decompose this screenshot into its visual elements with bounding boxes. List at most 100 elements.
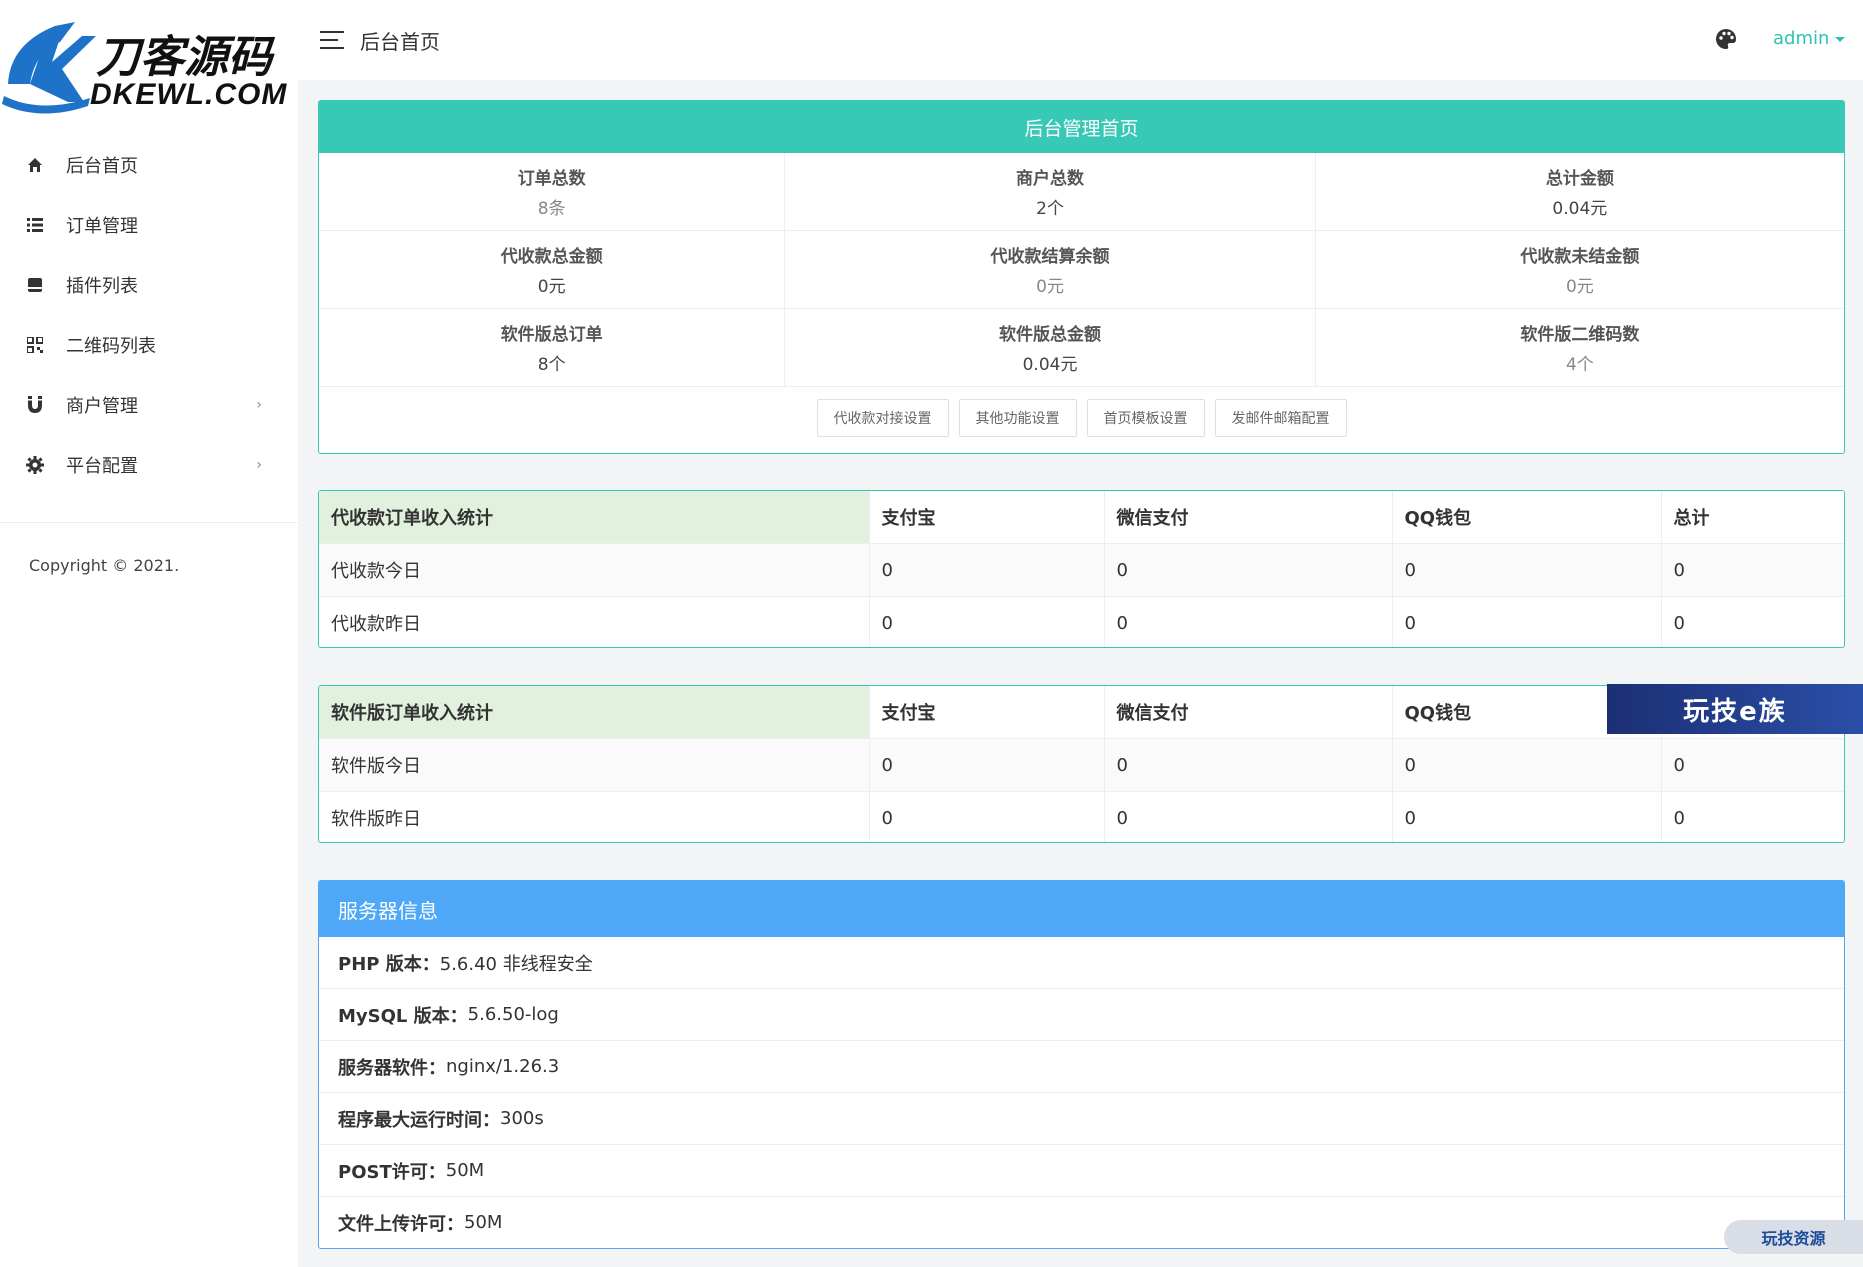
table-cell: 0: [1673, 807, 1685, 829]
stat-collect-unsettled: 代收款未结金额 0元: [1520, 247, 1640, 297]
other-function-settings-button[interactable]: 其他功能设置: [958, 399, 1077, 437]
sidebar-item-platform-config[interactable]: 平台配置 ›: [0, 435, 298, 495]
gear-icon: [24, 454, 46, 476]
table-cell: 0: [869, 596, 1105, 647]
stat-software-orders: 软件版总订单 8个: [319, 309, 786, 386]
sidebar-item-plugins[interactable]: 插件列表: [0, 255, 298, 315]
stat-collect-balance: 代收款结算余额 0元: [785, 231, 1316, 308]
menu-toggle-icon[interactable]: [320, 31, 344, 49]
stat-total-amount: 总计金额 0.04元: [1545, 169, 1614, 219]
table-header: 总计: [1661, 491, 1844, 544]
sidebar-item-label: 商户管理: [66, 396, 138, 417]
table-cell: 0: [1392, 738, 1662, 792]
server-info-label: PHP 版本：: [338, 953, 440, 975]
server-info-row: POST许可： 50M: [319, 1145, 1844, 1197]
caret-down-icon: [1835, 36, 1846, 42]
table-cell: 0: [1104, 738, 1393, 792]
server-info-row: 服务器软件： nginx/1.26.3: [319, 1041, 1844, 1093]
overview-panel: 后台管理首页 订单总数 8条 商户总数 2个 总计金额 0.04元 代收款总金额 0元 …: [318, 100, 1845, 454]
table-row: 软件版昨日 0 0 0 0: [319, 791, 1844, 842]
watermark-badge: 玩技资源: [1724, 1220, 1863, 1254]
logo-text-en: DKEWL.COM: [90, 78, 287, 111]
overview-title: 后台管理首页: [319, 101, 1844, 153]
server-info-label: POST许可：: [338, 1161, 446, 1183]
user-menu[interactable]: admin: [1773, 28, 1846, 49]
table-cell: 软件版今日: [319, 738, 870, 792]
table-cell: 0: [1392, 791, 1662, 842]
server-info-label: 程序最大运行时间：: [338, 1109, 500, 1131]
collect-integration-settings-button[interactable]: 代收款对接设置: [816, 399, 949, 437]
server-info-label: 文件上传许可：: [338, 1213, 464, 1235]
server-info-row: MySQL 版本： 5.6.50-log: [319, 989, 1844, 1041]
watermark-banner: 玩技e族: [1607, 684, 1863, 734]
mail-config-button[interactable]: 发邮件邮箱配置: [1214, 399, 1347, 437]
chevron-right-icon: ›: [256, 457, 262, 473]
page-title: 后台首页: [360, 30, 440, 54]
sidebar-item-label: 后台首页: [66, 156, 138, 177]
table-header: 代收款订单收入统计: [319, 491, 870, 544]
chevron-right-icon: ›: [256, 397, 262, 413]
username: admin: [1773, 28, 1830, 49]
table-cell: 0: [1673, 612, 1685, 634]
copyright: Copyright © 2021.: [29, 556, 180, 575]
sidebar-item-label: 平台配置: [66, 456, 138, 477]
sidebar-item-orders[interactable]: 订单管理: [0, 195, 298, 255]
server-info-row: 文件上传许可： 50M: [319, 1197, 1844, 1248]
server-info-value: 300s: [500, 1108, 544, 1129]
server-info-row: 程序最大运行时间： 300s: [319, 1093, 1844, 1145]
table-cell: 0: [1661, 543, 1844, 597]
home-template-settings-button[interactable]: 首页模板设置: [1086, 399, 1205, 437]
qrcode-icon: [24, 334, 46, 356]
table-cell: 代收款今日: [319, 543, 870, 597]
sidebar-menu: 后台首页 订单管理 插件列表 二维码列表 商户管理 › 平台配置 ›: [0, 135, 298, 495]
table-row: 代收款昨日 0 0 0 0: [319, 596, 1844, 647]
logo-text-cn: 刀客源码: [96, 33, 276, 82]
server-info-value: nginx/1.26.3: [446, 1056, 560, 1077]
list-icon: [24, 214, 46, 236]
table-header: QQ钱包: [1392, 491, 1662, 544]
server-info-panel: 服务器信息 PHP 版本： 5.6.40 非线程安全 MySQL 版本： 5.6.5…: [318, 880, 1845, 1249]
table-cell: 软件版昨日: [319, 791, 870, 842]
sidebar-divider: [0, 522, 298, 523]
logo[interactable]: 刀客源码 DKEWL.COM: [0, 14, 298, 114]
sidebar-item-merchants[interactable]: 商户管理 ›: [0, 375, 298, 435]
table-header: 软件版订单收入统计: [319, 686, 870, 739]
table-cell: 0: [869, 791, 1105, 842]
stat-row: 订单总数 8条 商户总数 2个 总计金额 0.04元: [319, 153, 1844, 231]
sidebar-item-label: 二维码列表: [66, 336, 156, 357]
table-row: 代收款今日 0 0 0 0: [319, 543, 1844, 597]
sidebar: 刀客源码 DKEWL.COM 后台首页 订单管理 插件列表 二维码列表 商户管理…: [0, 0, 298, 1267]
sidebar-item-label: 订单管理: [66, 216, 138, 237]
table-cell: 0: [1104, 596, 1393, 647]
server-info-label: 服务器软件：: [338, 1057, 446, 1079]
server-info-value: 5.6.50-log: [467, 1004, 559, 1025]
table-header: 支付宝: [869, 686, 1105, 739]
sidebar-item-qrcodes[interactable]: 二维码列表: [0, 315, 298, 375]
palette-icon[interactable]: [1714, 27, 1738, 51]
table-header: 微信支付: [1104, 686, 1393, 739]
stat-collect-total: 代收款总金额 0元: [319, 231, 786, 308]
table-cell: 0: [1392, 596, 1662, 647]
stat-software-qrcodes: 软件版二维码数 4个: [1520, 325, 1640, 375]
table-header: 支付宝: [869, 491, 1105, 544]
stat-merchant-total: 商户总数 2个: [785, 153, 1316, 230]
table-cell: 0: [1104, 543, 1393, 597]
collect-income-table: 代收款订单收入统计 支付宝 微信支付 QQ钱包 总计 代收款今日 0 0 0 0…: [318, 490, 1845, 648]
server-info-row: PHP 版本： 5.6.40 非线程安全: [319, 937, 1844, 989]
home-icon: [24, 154, 46, 176]
table-cell: 0: [1661, 738, 1844, 792]
table-header: 微信支付: [1104, 491, 1393, 544]
top-header: 后台首页 admin: [298, 0, 1863, 80]
sidebar-item-home[interactable]: 后台首页: [0, 135, 298, 195]
stat-software-amount: 软件版总金额 0.04元: [785, 309, 1316, 386]
plugin-icon: [24, 274, 46, 296]
table-row: 软件版今日 0 0 0 0: [319, 738, 1844, 792]
server-info-title: 服务器信息: [319, 881, 1844, 937]
table-header-row: 代收款订单收入统计 支付宝 微信支付 QQ钱包 总计: [319, 491, 1844, 544]
stat-order-total: 订单总数 8条: [319, 153, 786, 230]
server-info-value: 50M: [445, 1160, 485, 1181]
server-info-value: 5.6.40 非线程安全: [439, 953, 593, 975]
stat-row: 代收款总金额 0元 代收款结算余额 0元 代收款未结金额 0元: [319, 231, 1844, 309]
settings-buttons: 代收款对接设置 其他功能设置 首页模板设置 发邮件邮箱配置: [319, 387, 1844, 449]
magnet-icon: [24, 394, 46, 416]
